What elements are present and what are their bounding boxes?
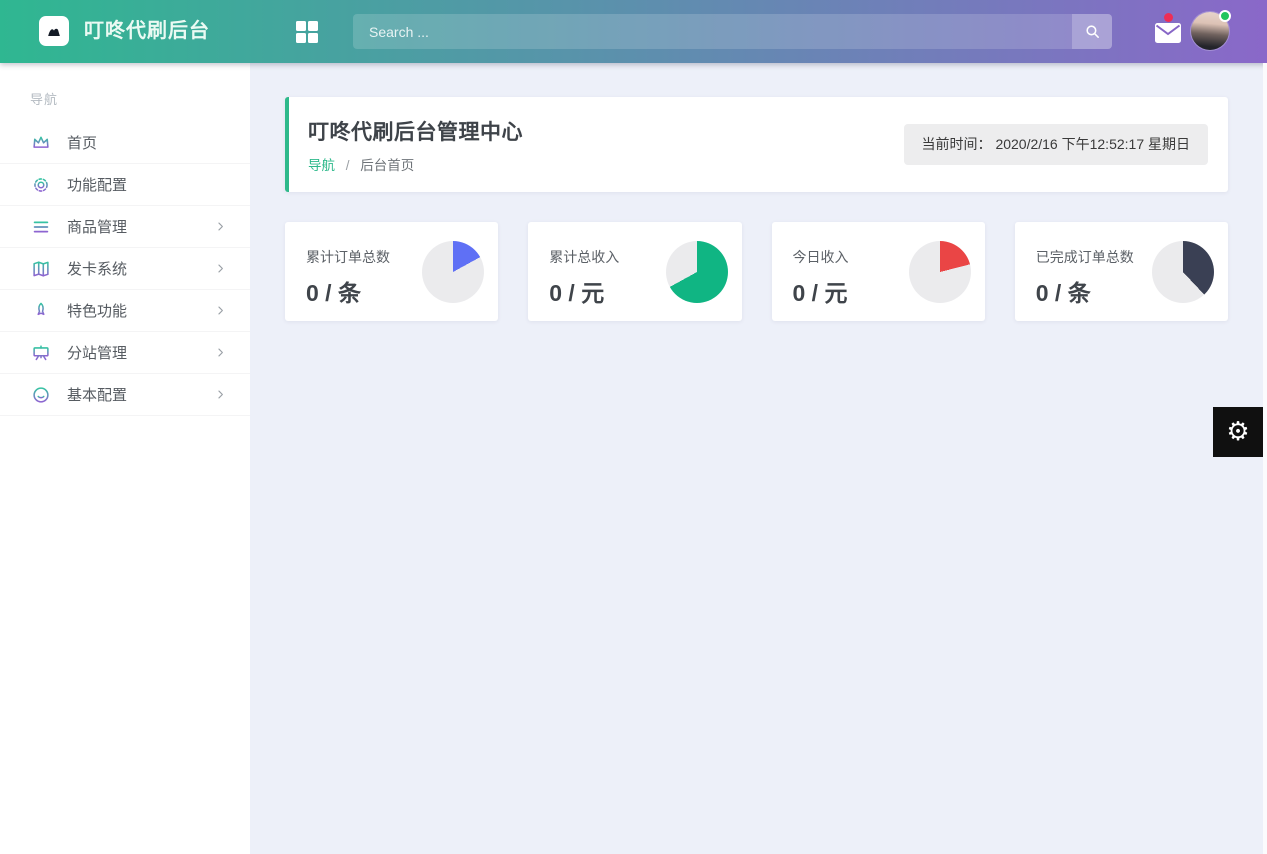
chevron-right-icon <box>213 345 228 360</box>
pie-chart <box>666 241 728 303</box>
sidebar-item-home[interactable]: 首页 <box>0 122 250 164</box>
sidebar-item-label: 发卡系统 <box>67 258 213 279</box>
sidebar-item-function-config[interactable]: 功能配置 <box>0 164 250 206</box>
scrollbar-track[interactable] <box>1263 63 1267 854</box>
user-avatar[interactable] <box>1191 12 1229 50</box>
sidebar-item-label: 首页 <box>67 132 228 153</box>
search-icon <box>1084 23 1101 40</box>
stat-card-total-orders: 累计订单总数 0 / 条 <box>285 222 498 321</box>
breadcrumb-separator: / <box>346 158 350 173</box>
mail-icon <box>1155 23 1181 43</box>
pie-chart <box>1152 241 1214 303</box>
settings-gear-icon: ⚙ <box>1226 417 1249 447</box>
breadcrumb: 导航 / 后台首页 <box>308 154 414 174</box>
board-icon <box>30 342 52 364</box>
sidebar-item-label: 商品管理 <box>67 216 213 237</box>
pie-chart <box>422 241 484 303</box>
breadcrumb-root[interactable]: 导航 <box>308 158 335 173</box>
sidebar-item-card-system[interactable]: 发卡系统 <box>0 248 250 290</box>
sidebar: 导航 首页 功能配置 商品管理 发卡系统 <box>0 63 250 854</box>
crown-icon <box>30 132 52 154</box>
logo-icon <box>44 21 64 41</box>
current-time-box: 当前时间： 2020/2/16 下午12:52:17 星期日 <box>904 124 1208 165</box>
chevron-right-icon <box>213 261 228 276</box>
sidebar-item-product-management[interactable]: 商品管理 <box>0 206 250 248</box>
messages-button[interactable] <box>1155 23 1181 43</box>
stats-row: 累计订单总数 0 / 条 累计总收入 0 / 元 今日收入 0 / 元 已完成订… <box>285 222 1228 321</box>
menu-lines-icon <box>30 216 52 238</box>
chevron-right-icon <box>213 303 228 318</box>
settings-fab-button[interactable]: ⚙ <box>1213 407 1263 457</box>
page-header-card: 叮咚代刷后台管理中心 导航 / 后台首页 当前时间： 2020/2/16 下午1… <box>285 97 1228 192</box>
pie-chart <box>909 241 971 303</box>
gear-icon <box>30 174 52 196</box>
sidebar-item-featured-functions[interactable]: 特色功能 <box>0 290 250 332</box>
sidebar-item-label: 特色功能 <box>67 300 213 321</box>
sidebar-item-label: 基本配置 <box>67 384 213 405</box>
sidebar-item-label: 功能配置 <box>67 174 228 195</box>
rocket-icon <box>30 300 52 322</box>
app-logo[interactable] <box>39 16 69 46</box>
sidebar-item-substation-management[interactable]: 分站管理 <box>0 332 250 374</box>
stat-card-today-income: 今日收入 0 / 元 <box>772 222 985 321</box>
stat-card-completed-orders: 已完成订单总数 0 / 条 <box>1015 222 1228 321</box>
top-header: 叮咚代刷后台 <box>0 0 1267 63</box>
main-content: 叮咚代刷后台管理中心 导航 / 后台首页 当前时间： 2020/2/16 下午1… <box>250 63 1267 854</box>
notification-dot <box>1164 13 1173 22</box>
sidebar-item-basic-config[interactable]: 基本配置 <box>0 374 250 416</box>
current-time-value: 2020/2/16 下午12:52:17 星期日 <box>995 136 1190 152</box>
smiley-icon <box>30 384 52 406</box>
stat-card-total-income: 累计总收入 0 / 元 <box>528 222 741 321</box>
breadcrumb-current: 后台首页 <box>360 158 414 173</box>
dashboard-grid-icon[interactable] <box>296 21 318 43</box>
online-status-dot <box>1219 10 1231 22</box>
sidebar-section-label: 导航 <box>30 89 250 108</box>
current-time-label: 当前时间： <box>922 136 992 152</box>
search-bar <box>353 14 1112 49</box>
search-input[interactable] <box>353 14 1072 49</box>
search-button[interactable] <box>1072 14 1112 49</box>
map-icon <box>30 258 52 280</box>
page-title: 叮咚代刷后台管理中心 <box>308 116 523 146</box>
sidebar-item-label: 分站管理 <box>67 342 213 363</box>
chevron-right-icon <box>213 387 228 402</box>
chevron-right-icon <box>213 219 228 234</box>
app-title: 叮咚代刷后台 <box>84 0 210 63</box>
